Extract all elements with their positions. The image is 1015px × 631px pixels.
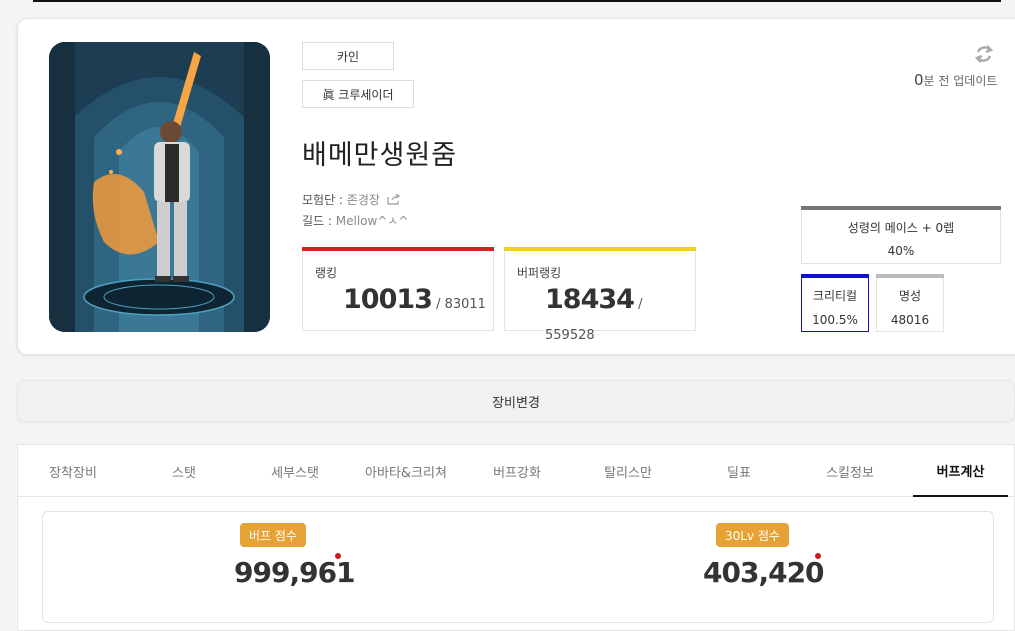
critical-value: 100.5% xyxy=(812,313,858,327)
character-profile-card: 카인 眞 크루세이더 배메만생원줌 모험단 : 존경장 길드 : Mellow^… xyxy=(17,18,1015,355)
external-link-icon[interactable] xyxy=(387,192,401,208)
critical-label: 크리티컬 xyxy=(812,289,858,303)
adventure-info: 모험단 : 존경장 xyxy=(302,191,401,208)
fame-color-bar xyxy=(876,274,944,278)
fame-label: 명성 xyxy=(898,289,922,303)
guild-value: Mellow^ㅅ^ xyxy=(335,214,409,228)
buff-score-badge: 버프 점수 xyxy=(240,523,306,547)
tab-bar: 장착장비 스탯 세부스탯 아바타&크리쳐 버프강화 탈리스만 딜표 스킬정보 버… xyxy=(18,445,1014,497)
tab-panel: 장착장비 스탯 세부스탯 아바타&크리쳐 버프강화 탈리스만 딜표 스킬정보 버… xyxy=(17,444,1015,631)
buff-score-card: 버프 점수 999,961 30Lv 점수 403,420 xyxy=(42,511,994,623)
buffer-ranking-value: 18434 / 559528 xyxy=(545,284,643,343)
character-avatar xyxy=(49,42,270,332)
last-update-text: 0분 전 업데이트 xyxy=(914,71,998,89)
job-tag: 眞 크루세이더 xyxy=(302,80,414,108)
change-equipment-button[interactable]: 장비변경 xyxy=(17,380,1015,422)
buffer-ranking-color-bar xyxy=(504,247,696,251)
weapon-info-box: 성령의 메이스 + 0렙 40% xyxy=(801,206,1001,264)
tab-talisman[interactable]: 탈리스만 xyxy=(573,445,683,497)
tab-skill-info[interactable]: 스킬정보 xyxy=(795,445,905,497)
tab-equipped[interactable]: 장착장비 xyxy=(18,445,128,497)
fame-value: 48016 xyxy=(890,313,930,327)
ranking-color-bar xyxy=(302,247,494,251)
critical-stat-box: 크리티컬 100.5% xyxy=(801,274,869,332)
character-name: 배메만생원줌 xyxy=(302,140,458,171)
critical-color-bar xyxy=(801,274,869,278)
adventure-label: 모험단 : xyxy=(302,193,347,207)
buffer-ranking-box: 버퍼랭킹 18434 / 559528 xyxy=(504,247,696,343)
buff-score-value: 999,961 xyxy=(234,556,356,589)
top-divider xyxy=(33,0,1001,2)
buffer-ranking-label: 버퍼랭킹 xyxy=(517,266,562,280)
lv30-score-value: 403,420 xyxy=(703,556,825,589)
lv30-score-badge: 30Lv 점수 xyxy=(716,523,789,547)
weapon-value: 40% xyxy=(887,244,915,258)
buff-score-dot xyxy=(335,553,341,559)
ranking-label: 랭킹 xyxy=(315,266,338,280)
tab-avatar-creature[interactable]: 아바타&크리쳐 xyxy=(351,445,461,497)
server-tag: 카인 xyxy=(302,42,394,70)
guild-info: 길드 : Mellow^ㅅ^ xyxy=(302,212,408,229)
fame-stat-box: 명성 48016 xyxy=(876,274,944,332)
ranking-box: 랭킹 10013 / 83011 xyxy=(302,247,494,331)
tab-damage-table[interactable]: 딜표 xyxy=(684,445,794,497)
tab-buff-enhance[interactable]: 버프강화 xyxy=(462,445,572,497)
lv30-score-dot xyxy=(815,553,821,559)
tab-buff-calc[interactable]: 버프계산 xyxy=(913,445,1008,497)
weapon-color-bar xyxy=(801,206,1001,210)
ranking-value: 10013 / 83011 xyxy=(343,284,486,315)
tab-stats[interactable]: 스탯 xyxy=(129,445,239,497)
guild-label: 길드 : xyxy=(302,214,336,228)
refresh-icon[interactable] xyxy=(974,43,994,69)
adventure-value[interactable]: 존경장 xyxy=(347,193,380,207)
weapon-title: 성령의 메이스 + 0렙 xyxy=(847,221,955,235)
tab-detail-stats[interactable]: 세부스탯 xyxy=(240,445,350,497)
